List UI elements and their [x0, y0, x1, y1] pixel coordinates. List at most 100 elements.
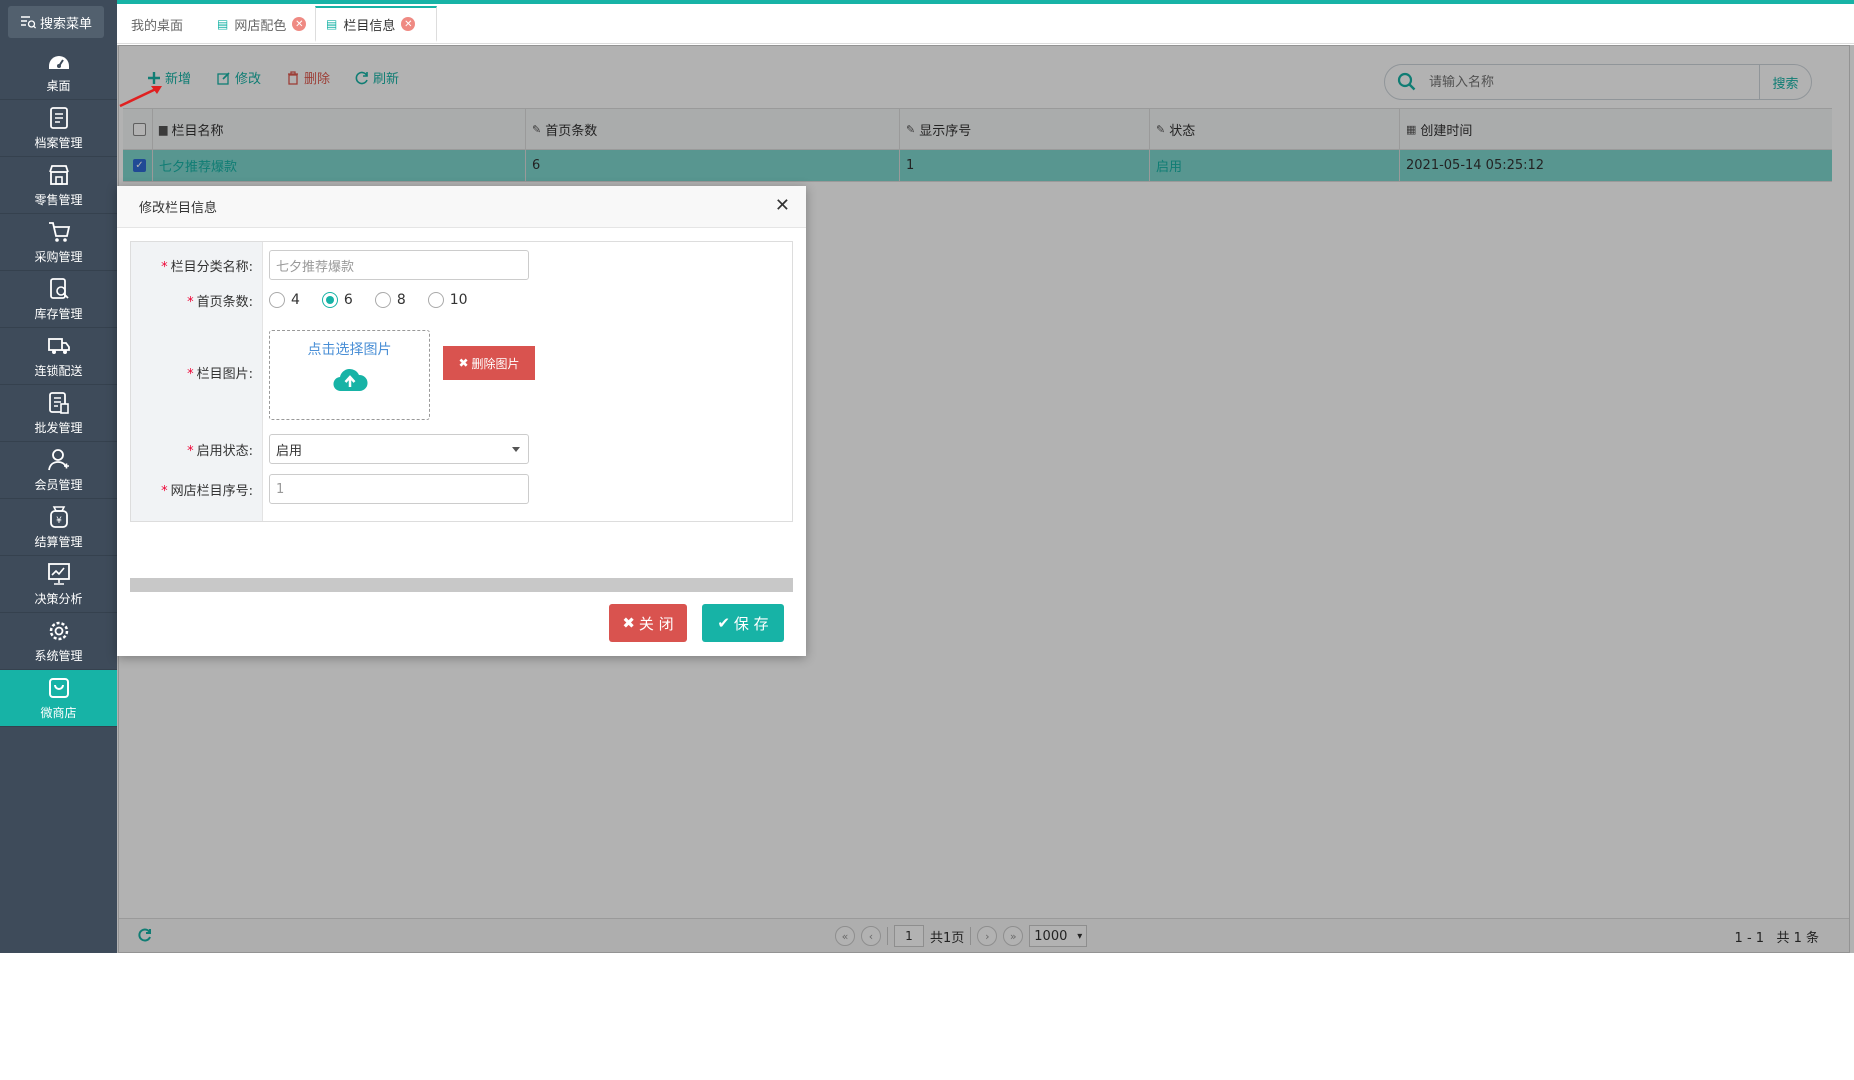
sidebar-item-archive[interactable]: 档案管理	[0, 100, 117, 157]
wholesale-icon	[48, 392, 69, 414]
menu-search-icon	[20, 16, 36, 29]
sidebar-item-purchase[interactable]: 采购管理	[0, 214, 117, 271]
count-radio-6[interactable]: 6	[321, 292, 353, 308]
sidebar-item-label: 库存管理	[34, 307, 83, 321]
sidebar-item-label: 桌面	[46, 79, 71, 93]
tab-close-icon[interactable]: ✕	[401, 17, 416, 31]
sidebar-item-delivery[interactable]: 连锁配送	[0, 328, 117, 385]
sidebar-item-label: 系统管理	[34, 649, 83, 663]
radio-label: 8	[396, 292, 406, 308]
delete-image-label: 删除图片	[471, 356, 520, 371]
dashboard-icon	[48, 56, 69, 69]
truck-icon	[47, 338, 70, 354]
sidebar-item-label: 零售管理	[34, 193, 83, 207]
close-icon: ✖	[622, 614, 635, 632]
form-row-name: * 栏目分类名称: 七夕推荐爆款	[131, 250, 794, 280]
sidebar-item-label: 采购管理	[34, 250, 83, 264]
status-value: 启用	[276, 443, 303, 459]
table-icon: ▤	[326, 17, 338, 31]
count-radio-10[interactable]: 10	[427, 292, 468, 308]
sidebar-item-label: 微商店	[40, 706, 77, 720]
gear-icon	[49, 621, 68, 641]
sidebar-item-label: 批发管理	[34, 421, 83, 435]
sidebar: 搜索菜单 桌面 档案管理 零售管理 采购管理 库存管理 连锁配送 批发管理 会员…	[0, 0, 117, 953]
table-icon: ▤	[217, 17, 229, 31]
inventory-icon	[49, 278, 69, 299]
save-button[interactable]: ✔ 保 存	[702, 604, 784, 642]
cart-icon	[48, 222, 70, 242]
close-button-label: 关 闭	[638, 614, 674, 633]
order-input[interactable]: 1	[269, 474, 529, 504]
field-label: * 首页条数:	[187, 294, 253, 310]
horizontal-scrollbar[interactable]	[130, 578, 793, 592]
close-icon[interactable]: ✕	[775, 197, 790, 215]
edit-column-dialog: 修改栏目信息 ✕ * 栏目分类名称: 七夕推荐爆款 * 首页条数: 4 6 8 10…	[117, 186, 806, 656]
check-icon: ✔	[717, 614, 730, 632]
field-label: * 网店栏目序号:	[161, 483, 253, 499]
tab-close-icon[interactable]: ✕	[292, 17, 307, 31]
form-row-count: * 首页条数: 4 6 8 10	[131, 288, 794, 312]
tab-bar: 我的桌面 ▤ 网店配色 ✕ ▤ 栏目信息 ✕	[117, 4, 1854, 44]
shop-bag-icon	[48, 678, 69, 698]
tab-my-desktop[interactable]: 我的桌面	[121, 6, 193, 42]
tab-label: 栏目信息	[343, 18, 396, 34]
search-menu-label: 搜索菜单	[39, 16, 92, 32]
radio-label: 4	[291, 292, 300, 308]
field-label: * 栏目图片:	[187, 366, 253, 382]
sidebar-item-settlement[interactable]: ¥ 结算管理	[0, 499, 117, 556]
sidebar-item-label: 决策分析	[34, 592, 83, 606]
member-icon	[47, 449, 69, 471]
radio-label: 10	[449, 292, 468, 308]
form-row-order: * 网店栏目序号: 1	[131, 474, 794, 504]
cloud-upload-icon	[332, 368, 368, 392]
sidebar-nav: 桌面 档案管理 零售管理 采购管理 库存管理 连锁配送 批发管理 会员管理 ¥ …	[0, 43, 117, 727]
tab-label: 我的桌面	[131, 18, 184, 34]
form-row-status: * 启用状态: 启用	[131, 434, 794, 464]
radio-circle	[427, 292, 444, 308]
sidebar-item-inventory[interactable]: 库存管理	[0, 271, 117, 328]
field-label: * 启用状态:	[187, 443, 253, 459]
sidebar-item-system[interactable]: 系统管理	[0, 613, 117, 670]
settlement-icon: ¥	[49, 506, 68, 528]
radio-circle	[269, 292, 285, 308]
close-icon: ✖	[458, 356, 469, 370]
sidebar-item-desktop[interactable]: 桌面	[0, 43, 117, 100]
tab-label: 网店配色	[234, 18, 287, 34]
field-label: * 栏目分类名称:	[161, 259, 253, 275]
red-arrow-annotation	[119, 86, 162, 108]
count-radio-4[interactable]: 4	[269, 292, 300, 308]
sidebar-item-label: 档案管理	[34, 136, 83, 150]
image-upload-area[interactable]: 点击选择图片	[269, 330, 430, 420]
svg-text:¥: ¥	[56, 516, 62, 526]
sidebar-item-retail[interactable]: 零售管理	[0, 157, 117, 214]
count-radio-group: 4 6 8 10	[269, 292, 468, 308]
save-button-label: 保 存	[733, 614, 769, 633]
sidebar-item-microshop[interactable]: 微商店	[0, 670, 117, 727]
radio-circle	[374, 292, 391, 308]
sidebar-item-member[interactable]: 会员管理	[0, 442, 117, 499]
count-radio-8[interactable]: 8	[374, 292, 406, 308]
radio-label: 6	[343, 292, 353, 308]
sidebar-item-label: 连锁配送	[34, 364, 83, 378]
edit-form: * 栏目分类名称: 七夕推荐爆款 * 首页条数: 4 6 8 10 * 栏目图片: 点…	[130, 241, 793, 522]
column-name-input[interactable]: 七夕推荐爆款	[269, 250, 529, 280]
chart-icon	[47, 563, 70, 585]
archive-icon	[49, 107, 68, 129]
dialog-header: 修改栏目信息	[117, 186, 806, 228]
search-menu-button[interactable]: 搜索菜单	[8, 6, 104, 38]
sidebar-item-analysis[interactable]: 决策分析	[0, 556, 117, 613]
radio-circle-selected	[321, 292, 338, 308]
sidebar-item-label: 会员管理	[34, 478, 83, 492]
dialog-title: 修改栏目信息	[139, 201, 218, 216]
tab-column-info[interactable]: ▤ 栏目信息 ✕	[315, 6, 437, 42]
sidebar-item-label: 结算管理	[34, 535, 83, 549]
store-icon	[48, 165, 69, 185]
status-select[interactable]: 启用	[269, 434, 529, 464]
tab-shop-colors[interactable]: ▤ 网店配色 ✕	[207, 6, 316, 42]
app-root: 搜索菜单 桌面 档案管理 零售管理 采购管理 库存管理 连锁配送 批发管理 会员…	[0, 0, 1854, 1080]
chevron-down-icon	[512, 447, 520, 452]
sidebar-item-wholesale[interactable]: 批发管理	[0, 385, 117, 442]
upload-label: 点击选择图片	[307, 342, 392, 358]
delete-image-button[interactable]: ✖ 删除图片	[443, 346, 535, 380]
close-button[interactable]: ✖ 关 闭	[609, 604, 687, 642]
